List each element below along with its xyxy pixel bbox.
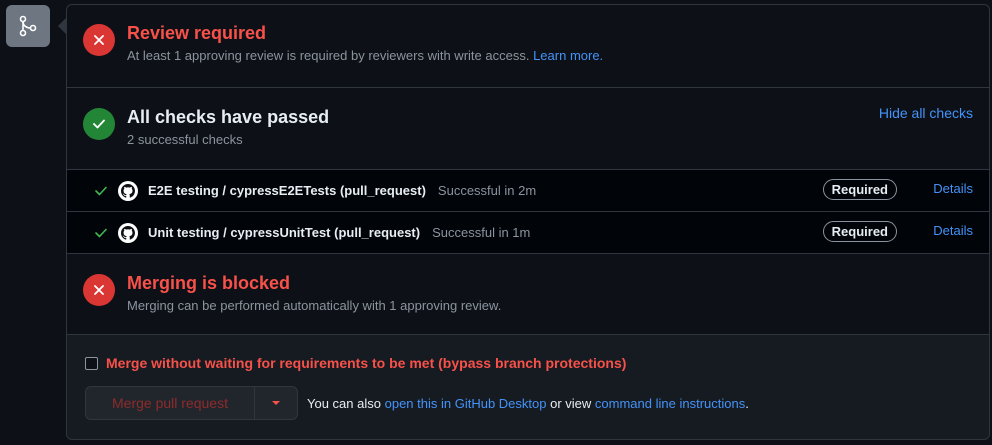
check-status: Successful in 1m	[432, 225, 531, 240]
details-link[interactable]: Details	[933, 223, 973, 238]
merging-blocked-title: Merging is blocked	[127, 273, 291, 293]
details-link[interactable]: Details	[933, 181, 973, 196]
review-required-section: Review required At least 1 approving rev…	[67, 5, 989, 88]
github-icon	[118, 222, 138, 243]
alternative-merge-text: You can also open this in GitHub Desktop…	[307, 396, 749, 411]
merge-pull-request-button[interactable]: Merge pull request	[85, 386, 255, 420]
github-icon	[118, 180, 138, 201]
check-row: E2E testing / cypressE2ETests (pull_requ…	[67, 170, 989, 212]
merge-options-button[interactable]	[255, 386, 298, 420]
check-icon	[94, 185, 108, 197]
alt-prefix: You can also	[307, 396, 381, 411]
merge-actions-section: Merge without waiting for requirements t…	[67, 335, 989, 439]
triangle-down-icon	[272, 401, 280, 405]
x-circle-icon	[83, 24, 115, 56]
checks-desc: 2 successful checks	[127, 132, 243, 147]
git-merge-icon	[6, 5, 50, 47]
alt-middle: or view	[550, 396, 592, 411]
git-merge-icon-svg	[19, 15, 37, 37]
merge-button-group: Merge pull request	[85, 386, 298, 420]
x-circle-icon	[83, 274, 115, 306]
review-required-desc: At least 1 approving review is required …	[127, 46, 603, 66]
check-circle-icon	[83, 108, 115, 140]
required-badge: Required	[822, 221, 897, 242]
bypass-label: Merge without waiting for requirements t…	[106, 355, 627, 371]
check-row: Unit testing / cypressUnitTest (pull_req…	[67, 212, 989, 254]
alt-suffix: .	[745, 396, 749, 411]
bypass-checkbox[interactable]	[85, 356, 98, 370]
merge-box: Review required At least 1 approving rev…	[66, 4, 990, 440]
learn-more-link[interactable]: Learn more.	[533, 48, 603, 63]
check-icon	[94, 227, 108, 239]
check-name: Unit testing / cypressUnitTest (pull_req…	[148, 225, 421, 240]
github-desktop-link[interactable]: open this in GitHub Desktop	[385, 396, 547, 411]
command-line-instructions-link[interactable]: command line instructions	[595, 396, 745, 411]
review-desc-text: At least 1 approving review is required …	[127, 48, 530, 63]
merging-blocked-desc: Merging can be performed automatically w…	[127, 298, 502, 313]
check-name: E2E testing / cypressE2ETests (pull_requ…	[148, 183, 426, 198]
panel-pointer	[58, 18, 66, 34]
checks-title: All checks have passed	[127, 107, 330, 127]
required-badge: Required	[822, 179, 897, 200]
bypass-option[interactable]: Merge without waiting for requirements t…	[85, 355, 626, 371]
checks-summary-section: All checks have passed 2 successful chec…	[67, 88, 989, 170]
hide-all-checks-link[interactable]: Hide all checks	[879, 105, 973, 121]
merging-blocked-section: Merging is blocked Merging can be perfor…	[67, 254, 989, 335]
check-status: Successful in 2m	[437, 183, 537, 198]
review-required-title: Review required	[127, 23, 267, 43]
